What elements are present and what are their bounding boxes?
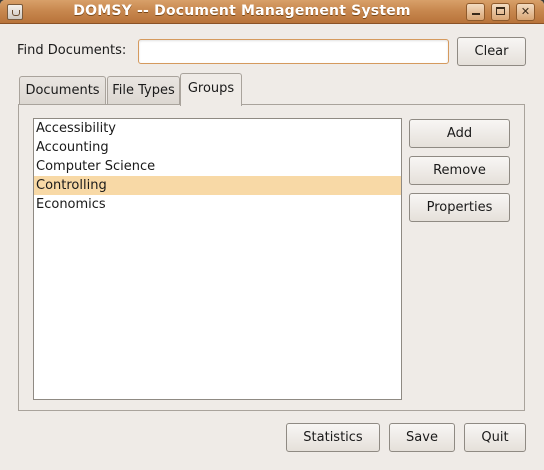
tab-documents[interactable]: Documents [19,76,106,105]
minimize-button[interactable] [466,3,485,21]
list-item-accounting[interactable]: Accounting [34,138,401,157]
maximize-icon [496,7,505,15]
remove-group-button[interactable]: Remove [409,156,510,185]
close-icon: ✕ [520,5,531,18]
group-properties-button[interactable]: Properties [409,193,510,222]
list-item-controlling[interactable]: Controlling [34,176,401,195]
groups-list[interactable]: Accessibility Accounting Computer Scienc… [33,118,402,400]
title-bar[interactable]: DOMSY -- Document Management System ✕ [0,0,544,24]
statistics-button[interactable]: Statistics [286,423,380,452]
maximize-button[interactable] [491,3,510,21]
tab-file-types[interactable]: File Types [107,76,180,105]
window-title: DOMSY -- Document Management System [73,3,411,19]
clear-button[interactable]: Clear [457,37,526,66]
app-window: DOMSY -- Document Management System ✕ Fi… [0,0,544,470]
find-documents-label: Find Documents: [17,43,127,58]
list-item-accessibility[interactable]: Accessibility [34,119,401,138]
find-documents-input[interactable] [138,39,449,64]
quit-button[interactable]: Quit [464,423,526,452]
java-cup-icon[interactable] [7,4,23,20]
save-button[interactable]: Save [389,423,455,452]
list-item-computer-science[interactable]: Computer Science [34,157,401,176]
close-button[interactable]: ✕ [516,3,535,21]
list-item-economics[interactable]: Economics [34,195,401,214]
add-group-button[interactable]: Add [409,119,510,148]
minimize-icon [471,13,480,15]
tab-groups[interactable]: Groups [180,73,242,106]
